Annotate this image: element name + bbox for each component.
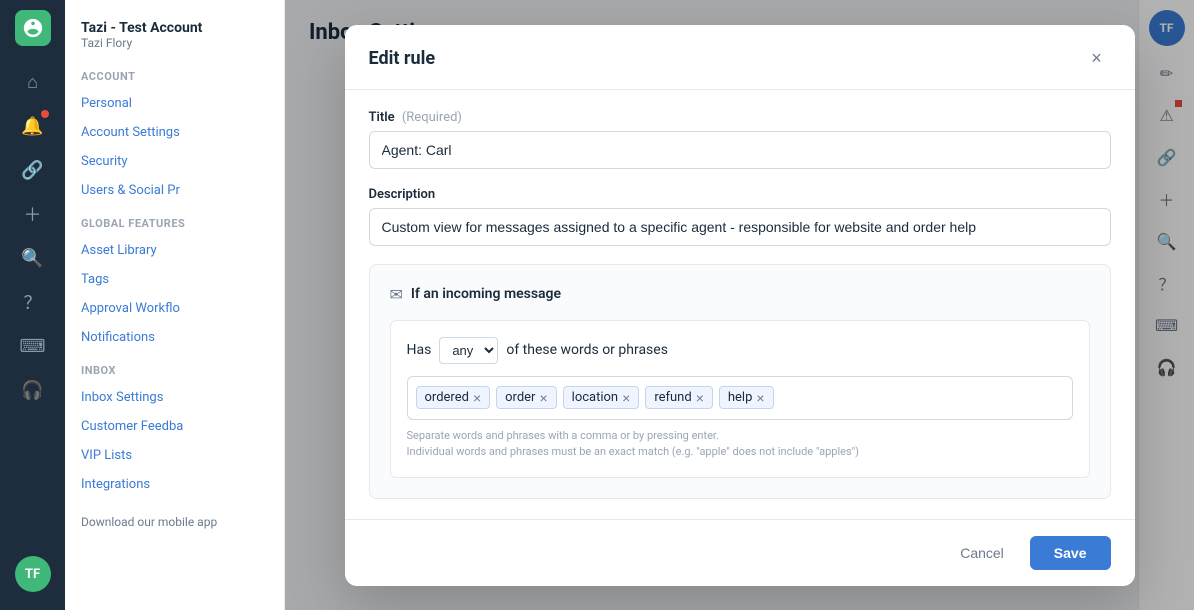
tag-label: help [728, 390, 753, 405]
condition-header: ✉ If an incoming message [390, 285, 1090, 304]
modal-body: Title (Required) Description ✉ If an inc… [345, 90, 1135, 519]
inner-condition: Has any of these words or phrases ordere… [390, 320, 1090, 478]
nav-personal[interactable]: Personal [65, 89, 284, 118]
tag-help: help × [719, 386, 774, 409]
any-select[interactable]: any [439, 337, 498, 364]
tag-ordered: ordered × [416, 386, 491, 409]
sidebar-item-notifications[interactable]: 🔔 [13, 106, 53, 146]
notification-badge [41, 110, 49, 118]
account-header: Tazi - Test Account Tazi Flory [65, 16, 284, 58]
sidebar-item-add[interactable]: ＋ [13, 194, 53, 234]
edit-rule-modal: Edit rule × Title (Required) Description [345, 25, 1135, 586]
title-form-group: Title (Required) [369, 110, 1111, 169]
right-area: Inbox Settings Configure create new rule… [285, 0, 1194, 610]
account-name: Tazi - Test Account [81, 20, 268, 36]
tag-refund-remove[interactable]: × [696, 391, 704, 405]
nav-customer-feedback[interactable]: Customer Feedba [65, 412, 284, 441]
tag-order-remove[interactable]: × [539, 391, 547, 405]
main-sidebar: ⌂ 🔔 🔗 ＋ 🔍 ？ ⌨ 🎧 TF [0, 0, 65, 610]
hint-line2: Individual words and phrases must be an … [407, 444, 1073, 461]
nav-notifications[interactable]: Notifications [65, 323, 284, 352]
modal-title: Edit rule [369, 48, 436, 69]
tag-label: refund [654, 390, 691, 405]
condition-box: ✉ If an incoming message Has any of thes… [369, 264, 1111, 499]
description-form-group: Description [369, 187, 1111, 246]
sidebar-logo [15, 10, 51, 46]
tag-help-remove[interactable]: × [756, 391, 764, 405]
nav-integrations[interactable]: Integrations [65, 470, 284, 499]
sidebar-item-search[interactable]: 🔍 [13, 238, 53, 278]
nav-inbox-settings[interactable]: Inbox Settings [65, 383, 284, 412]
modal-close-button[interactable]: × [1083, 45, 1111, 73]
modal-header: Edit rule × [345, 25, 1135, 90]
description-input[interactable] [369, 208, 1111, 246]
sidebar-avatar[interactable]: TF [15, 556, 51, 592]
nav-tags[interactable]: Tags [65, 265, 284, 294]
has-label: Has [407, 342, 432, 358]
nav-users-social[interactable]: Users & Social Pr [65, 176, 284, 205]
tag-label: order [505, 390, 535, 405]
cancel-button[interactable]: Cancel [944, 536, 1020, 570]
title-label: Title (Required) [369, 110, 1111, 125]
tag-location: location × [563, 386, 640, 409]
tag-label: ordered [425, 390, 469, 405]
save-button[interactable]: Save [1030, 536, 1111, 570]
tag-refund: refund × [645, 386, 713, 409]
account-sub: Tazi Flory [81, 36, 268, 50]
tags-input[interactable]: ordered × order × location × [407, 376, 1073, 420]
tag-label: location [572, 390, 618, 405]
description-label: Description [369, 187, 1111, 202]
title-input[interactable] [369, 131, 1111, 169]
sidebar-item-headset[interactable]: 🎧 [13, 370, 53, 410]
section-label-account: Account [65, 58, 284, 89]
sidebar-item-home[interactable]: ⌂ [13, 62, 53, 102]
condition-title: If an incoming message [411, 286, 561, 302]
hint-text: Separate words and phrases with a comma … [407, 428, 1073, 461]
hint-line1: Separate words and phrases with a comma … [407, 428, 1073, 445]
sidebar-item-keyboard[interactable]: ⌨ [13, 326, 53, 366]
tag-ordered-remove[interactable]: × [473, 391, 481, 405]
sidebar-item-links[interactable]: 🔗 [13, 150, 53, 190]
of-these-label: of these words or phrases [506, 342, 668, 358]
section-label-global: Global Features [65, 205, 284, 236]
title-required: (Required) [402, 110, 462, 125]
nav-security[interactable]: Security [65, 147, 284, 176]
nav-asset-library[interactable]: Asset Library [65, 236, 284, 265]
left-panel: Tazi - Test Account Tazi Flory Account P… [65, 0, 285, 610]
section-label-inbox: Inbox [65, 352, 284, 383]
sidebar-item-help[interactable]: ？ [13, 282, 53, 322]
modal-backdrop: Edit rule × Title (Required) Description [285, 0, 1194, 610]
nav-approval-workflow[interactable]: Approval Workflo [65, 294, 284, 323]
nav-account-settings[interactable]: Account Settings [65, 118, 284, 147]
envelope-icon: ✉ [390, 285, 403, 304]
download-mobile-app[interactable]: Download our mobile app [81, 515, 268, 529]
words-row: Has any of these words or phrases [407, 337, 1073, 364]
tag-order: order × [496, 386, 557, 409]
nav-vip-lists[interactable]: VIP Lists [65, 441, 284, 470]
tag-location-remove[interactable]: × [622, 391, 630, 405]
modal-footer: Cancel Save [345, 519, 1135, 586]
